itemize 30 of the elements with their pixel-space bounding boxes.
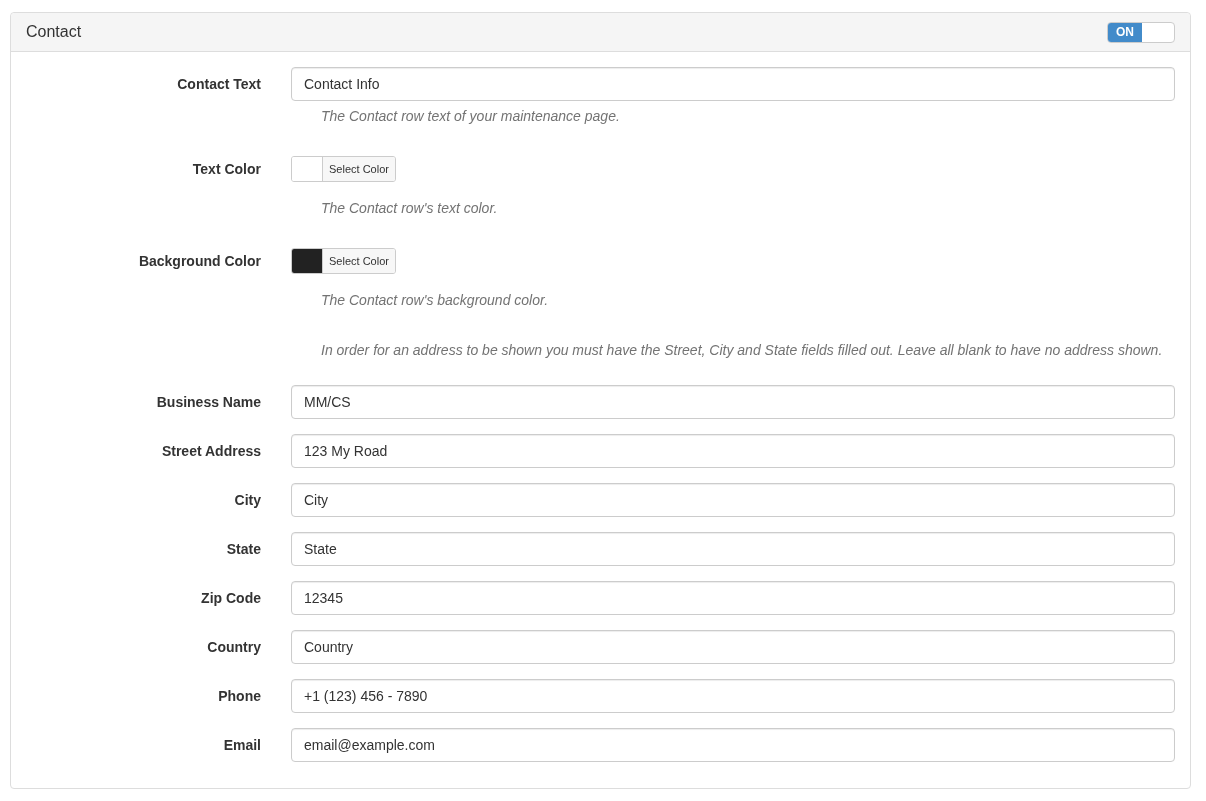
text-field[interactable]: 12345 [291, 581, 1175, 615]
text-field[interactable]: email@example.com [291, 728, 1175, 762]
field-label: Email [222, 737, 262, 753]
field-label: Contact Text [176, 76, 262, 92]
field-label: Phone [217, 688, 262, 704]
help-text: The Contact row's background color. [321, 291, 550, 310]
text-field[interactable]: MM/CS [291, 385, 1175, 419]
color-picker[interactable]: Select Color [291, 248, 396, 274]
field-label: Business Name [155, 394, 262, 410]
color-picker[interactable]: Select Color [291, 156, 396, 182]
select-color-button[interactable]: Select Color [323, 157, 395, 181]
text-field[interactable]: +1 (123) 456 - 7890 [291, 679, 1175, 713]
field-label: Street Address [160, 443, 262, 459]
field-label: Zip Code [200, 590, 262, 606]
field-label: Background Color [137, 253, 262, 269]
text-field[interactable]: City [291, 483, 1175, 517]
field-label: State [225, 541, 262, 557]
help-text: The Contact row text of your maintenance page. [321, 107, 621, 126]
text-field[interactable]: Country [291, 630, 1175, 664]
address-note: In order for an address to be shown you must have the Street, City and State fields filled out. Leave all blank to have no address shown. [321, 341, 1164, 360]
on-off-toggle[interactable]: ON [1107, 21, 1175, 43]
text-field[interactable]: State [291, 532, 1175, 566]
help-text: The Contact row's text color. [321, 199, 499, 218]
text-field[interactable]: Contact Info [291, 67, 1175, 101]
select-color-button[interactable]: Select Color [323, 249, 395, 273]
panel-title: Contact [26, 23, 82, 41]
text-field[interactable]: 123 My Road [291, 434, 1175, 468]
field-label: City [233, 492, 262, 508]
field-label: Country [206, 639, 262, 655]
field-label: Text Color [191, 161, 262, 177]
